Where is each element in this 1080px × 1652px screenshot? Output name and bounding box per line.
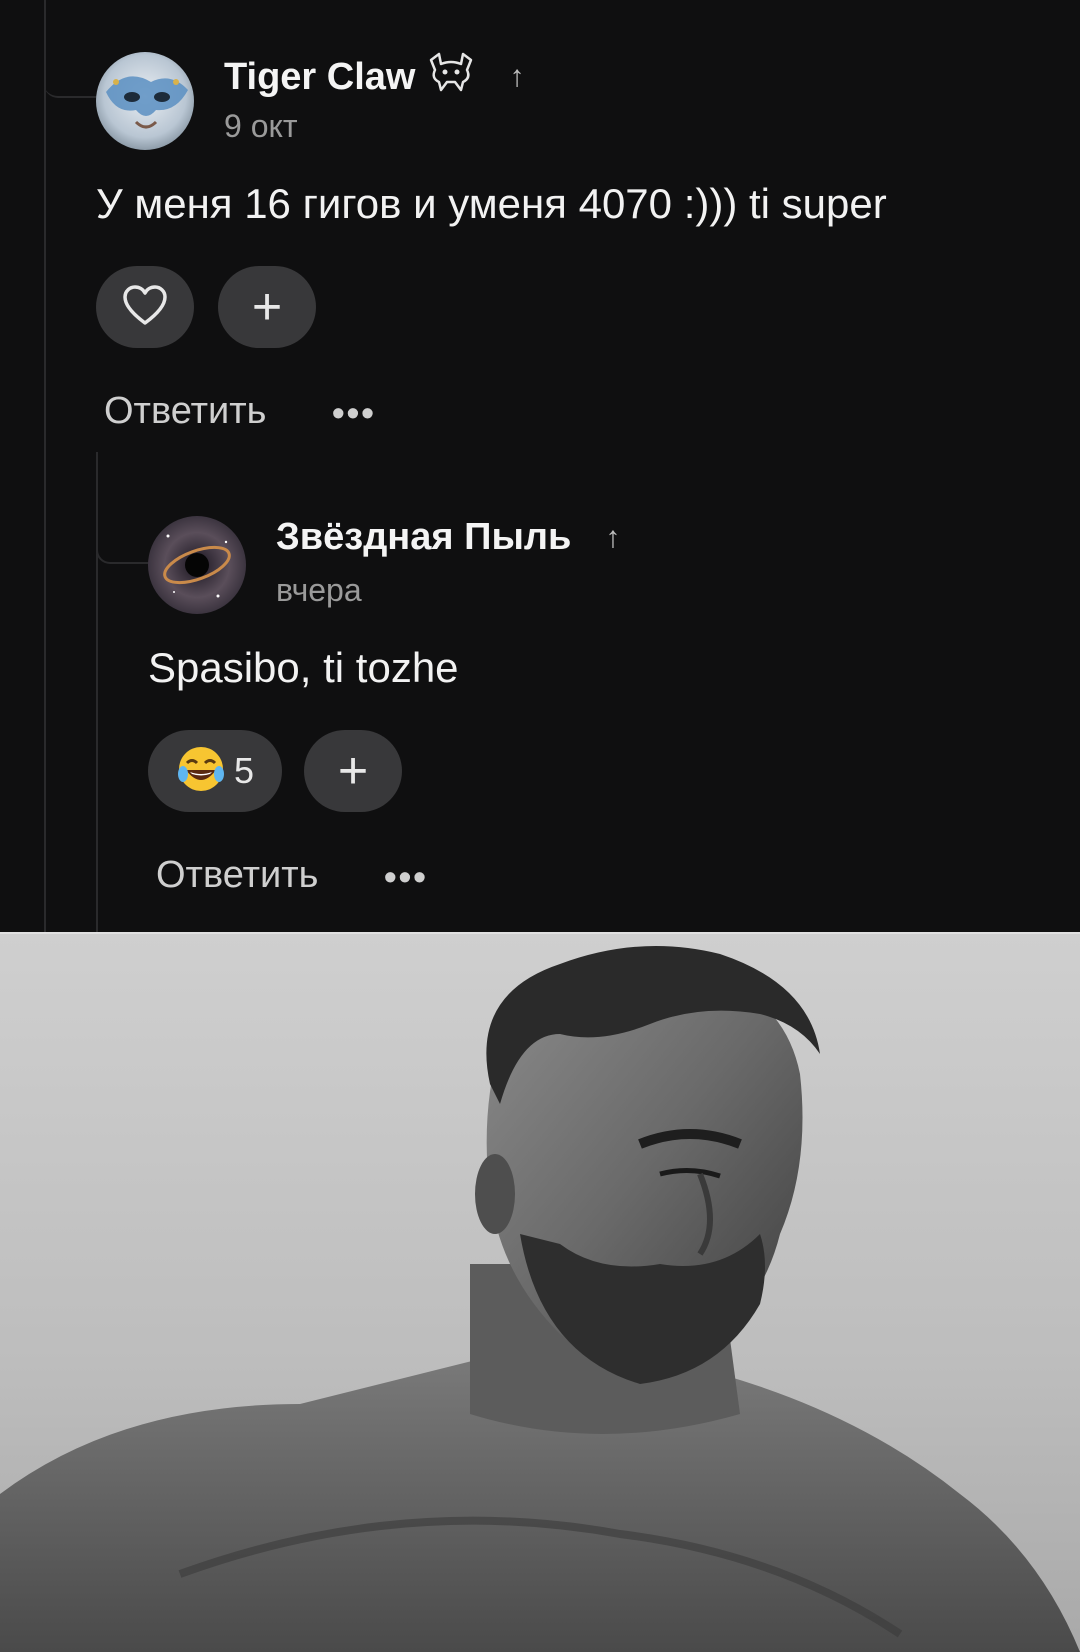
comment-date: вчера bbox=[276, 572, 362, 608]
plus-icon: + bbox=[337, 742, 369, 800]
more-options-button[interactable]: ••• bbox=[384, 856, 428, 898]
like-button[interactable] bbox=[96, 266, 194, 348]
comment-author[interactable]: Звёздная Пыль ↑ bbox=[276, 516, 620, 559]
author-name[interactable]: Tiger Claw bbox=[224, 56, 415, 99]
thread-line-outer bbox=[44, 0, 46, 932]
laughing-emoji-icon bbox=[176, 744, 226, 799]
reply-button[interactable]: Ответить bbox=[156, 854, 318, 897]
add-reaction-button[interactable]: + bbox=[304, 730, 402, 812]
thread-branch-1 bbox=[44, 40, 96, 98]
reaction-laugh-button[interactable]: 5 bbox=[148, 730, 282, 812]
comment-author[interactable]: Tiger Claw ↑ bbox=[224, 52, 524, 102]
upvote-icon[interactable]: ↑ bbox=[605, 521, 620, 555]
add-reaction-button[interactable]: + bbox=[218, 266, 316, 348]
meme-image bbox=[0, 932, 1080, 1652]
comment-thread: Tiger Claw ↑ 9 окт У меня 16 гигов и уме… bbox=[0, 0, 1080, 932]
avatar-zvezdnaya-pyl[interactable] bbox=[148, 516, 246, 614]
reaction-count: 5 bbox=[233, 750, 255, 791]
comment-date: 9 окт bbox=[224, 108, 298, 144]
reply-button[interactable]: Ответить bbox=[104, 390, 266, 433]
cat-badge-icon bbox=[427, 52, 475, 102]
upvote-icon[interactable]: ↑ bbox=[509, 60, 524, 94]
avatar-tiger-claw[interactable] bbox=[96, 52, 194, 150]
comment-text: Spasibo, ti tozhe bbox=[148, 644, 459, 691]
heart-icon bbox=[122, 284, 168, 331]
plus-icon: + bbox=[251, 278, 283, 336]
author-name[interactable]: Звёздная Пыль bbox=[276, 516, 571, 559]
thread-branch-2 bbox=[96, 452, 150, 564]
more-options-button[interactable]: ••• bbox=[332, 392, 376, 434]
bearded-man-photo bbox=[0, 946, 1080, 1652]
comment-text: У меня 16 гигов и уменя 4070 :))) ti sup… bbox=[96, 180, 887, 227]
